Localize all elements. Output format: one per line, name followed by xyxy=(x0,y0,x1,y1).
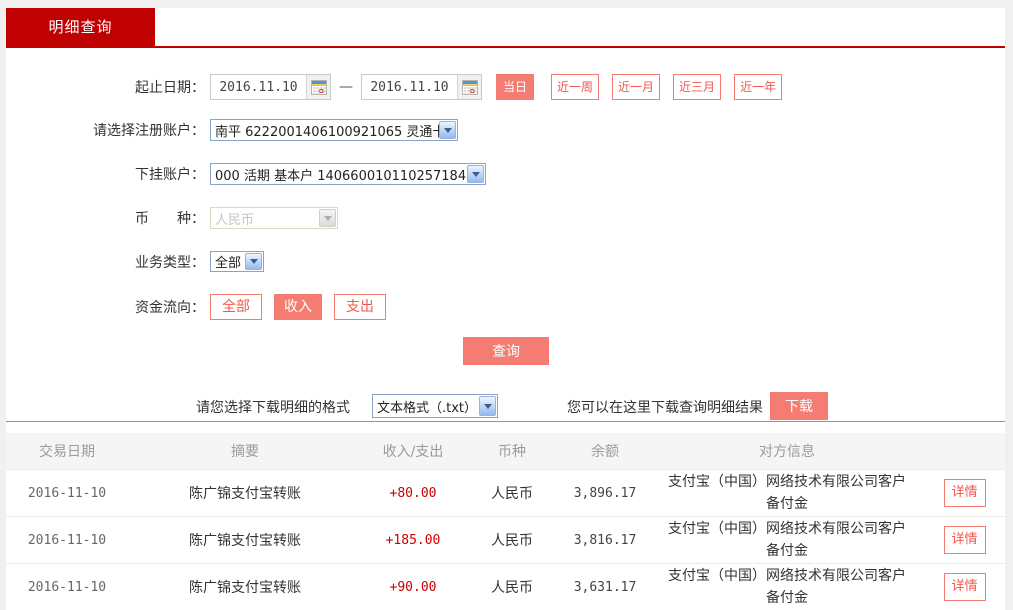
cell-counterparty: 支付宝（中国）网络技术有限公司客户 备付金 xyxy=(650,518,924,562)
end-date-calendar-icon[interactable] xyxy=(457,75,481,99)
download-format-value: 文本格式（.txt） xyxy=(377,397,477,416)
header-date: 交易日期 xyxy=(6,441,128,461)
register-account-row: 请选择注册账户： 南平 6222001406100921065 灵通卡 xyxy=(6,119,458,141)
cell-summary: 陈广锦支付宝转账 xyxy=(128,577,362,597)
date-separator: — xyxy=(339,79,353,95)
fund-flow-row: 资金流向： 全部 收入 支出 xyxy=(6,294,398,320)
header-amount: 收入/支出 xyxy=(362,441,464,461)
chevron-down-icon xyxy=(467,165,484,183)
table-row: 2016-11-10 陈广锦支付宝转账 +90.00 人民币 3,631.17 … xyxy=(6,563,1005,610)
table-row: 2016-11-10 陈广锦支付宝转账 +80.00 人民币 3,896.17 … xyxy=(6,469,1005,516)
chevron-down-icon xyxy=(245,253,262,270)
start-date-calendar-icon[interactable] xyxy=(306,75,330,99)
cell-currency: 人民币 xyxy=(464,483,560,503)
chevron-down-icon xyxy=(319,209,336,227)
counterparty-line2: 备付金 xyxy=(650,587,924,609)
business-type-value: 全部 xyxy=(215,252,241,271)
counterparty-line1: 支付宝（中国）网络技术有限公司客户 xyxy=(650,565,924,587)
quick-range-today-button[interactable]: 当日 xyxy=(496,74,534,100)
detail-button[interactable]: 详情 xyxy=(944,479,986,507)
cell-date: 2016-11-10 xyxy=(6,486,128,501)
end-date-field xyxy=(361,74,482,100)
cell-amount: +185.00 xyxy=(362,533,464,548)
table-header: 交易日期 摘要 收入/支出 币种 余额 对方信息 xyxy=(6,433,1005,469)
header-summary: 摘要 xyxy=(128,441,362,461)
register-account-value: 南平 6222001406100921065 灵通卡 xyxy=(215,121,445,140)
counterparty-line2: 备付金 xyxy=(650,540,924,562)
header-balance: 余额 xyxy=(560,441,650,461)
quick-range-quarter-button[interactable]: 近三月 xyxy=(673,74,721,100)
counterparty-line2: 备付金 xyxy=(650,493,924,515)
cell-balance: 3,896.17 xyxy=(560,486,650,501)
table-row: 2016-11-10 陈广锦支付宝转账 +185.00 人民币 3,816.17… xyxy=(6,516,1005,563)
quick-range-year-button[interactable]: 近一年 xyxy=(734,74,782,100)
cell-date: 2016-11-10 xyxy=(6,580,128,595)
counterparty-line1: 支付宝（中国）网络技术有限公司客户 xyxy=(650,518,924,540)
currency-row: 币 种： 人民币 xyxy=(6,207,338,229)
business-type-row: 业务类型： 全部 xyxy=(6,251,264,272)
tab-underline xyxy=(6,46,1005,48)
date-range-row: 起止日期： — xyxy=(6,74,782,100)
register-account-select[interactable]: 南平 6222001406100921065 灵通卡 xyxy=(210,119,458,141)
quick-range-month-button[interactable]: 近一月 xyxy=(612,74,660,100)
tab-detail-query[interactable]: 明细查询 xyxy=(6,8,155,46)
chevron-down-icon xyxy=(439,121,456,139)
date-range-label: 起止日期： xyxy=(6,77,210,97)
cell-summary: 陈广锦支付宝转账 xyxy=(128,530,362,550)
cell-amount: +80.00 xyxy=(362,486,464,501)
header-counterparty: 对方信息 xyxy=(650,441,924,461)
detail-button[interactable]: 详情 xyxy=(944,573,986,601)
end-date-input[interactable] xyxy=(362,80,457,95)
start-date-input[interactable] xyxy=(211,80,306,95)
cell-amount: +90.00 xyxy=(362,580,464,595)
main-panel: 明细查询 起止日期： xyxy=(6,8,1005,604)
fund-flow-expense-button[interactable]: 支出 xyxy=(334,294,386,320)
sub-account-select[interactable]: 000 活期 基本户 1406600101102571848 xyxy=(210,163,486,185)
form-table-divider xyxy=(6,421,1005,422)
query-button[interactable]: 查询 xyxy=(463,337,549,365)
fund-flow-label: 资金流向： xyxy=(6,297,210,317)
detail-button[interactable]: 详情 xyxy=(944,526,986,554)
sub-account-value: 000 活期 基本户 1406600101102571848 xyxy=(215,165,474,184)
fund-flow-income-button[interactable]: 收入 xyxy=(274,294,322,320)
download-row: 请您选择下载明细的格式 文本格式（.txt） 您可以在这里下载查询明细结果 下载 xyxy=(6,392,1005,420)
register-account-label: 请选择注册账户： xyxy=(6,120,210,140)
currency-value: 人民币 xyxy=(215,209,254,228)
start-date-field xyxy=(210,74,331,100)
cell-summary: 陈广锦支付宝转账 xyxy=(128,483,362,503)
cell-currency: 人民币 xyxy=(464,530,560,550)
cell-counterparty: 支付宝（中国）网络技术有限公司客户 备付金 xyxy=(650,471,924,515)
business-type-select[interactable]: 全部 xyxy=(210,251,264,272)
quick-range-week-button[interactable]: 近一周 xyxy=(551,74,599,100)
fund-flow-all-button[interactable]: 全部 xyxy=(210,294,262,320)
download-format-select[interactable]: 文本格式（.txt） xyxy=(372,394,498,418)
sub-account-row: 下挂账户： 000 活期 基本户 1406600101102571848 xyxy=(6,163,486,185)
header-currency: 币种 xyxy=(464,441,560,461)
cell-balance: 3,816.17 xyxy=(560,533,650,548)
download-format-label: 请您选择下载明细的格式 xyxy=(196,397,350,417)
cell-currency: 人民币 xyxy=(464,577,560,597)
currency-select: 人民币 xyxy=(210,207,338,229)
sub-account-label: 下挂账户： xyxy=(6,164,210,184)
business-type-label: 业务类型： xyxy=(6,252,210,272)
cell-date: 2016-11-10 xyxy=(6,533,128,548)
cell-balance: 3,631.17 xyxy=(560,580,650,595)
currency-label: 币 种： xyxy=(6,208,210,228)
counterparty-line1: 支付宝（中国）网络技术有限公司客户 xyxy=(650,471,924,493)
cell-counterparty: 支付宝（中国）网络技术有限公司客户 备付金 xyxy=(650,565,924,609)
download-hint: 您可以在这里下载查询明细结果 xyxy=(567,397,763,417)
download-button[interactable]: 下载 xyxy=(770,392,828,420)
chevron-down-icon xyxy=(479,396,496,416)
